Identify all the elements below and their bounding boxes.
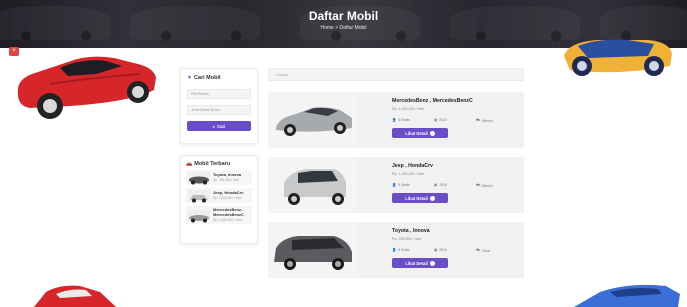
search-panel: ▼ Cari Mobil Pilih Merek ⌄ Jenis Batas Bu… xyxy=(180,68,258,144)
car-name: MercedesBenz , MercedesBenzC xyxy=(392,98,473,104)
view-detail-button[interactable]: Lihat Detail xyxy=(392,258,448,268)
car-thumbnail xyxy=(188,190,210,203)
latest-cars-panel: 🚗 Mobil Terbaru Toyota, Innova Rp. 325,00… xyxy=(180,155,258,244)
car-price: Rp. 325,000 / Hari xyxy=(392,237,422,241)
arrow-circle-icon xyxy=(429,195,435,201)
car-card: Jeep , HondaCrv Rp. 1,000,000 / Hari 👤 5 … xyxy=(268,157,524,213)
view-detail-button[interactable]: Lihat Detail xyxy=(392,128,448,138)
chevron-down-icon: ⌄ xyxy=(243,108,247,112)
calendar-icon: ▦ xyxy=(434,118,438,122)
sort-select[interactable]: Urutan xyxy=(268,68,524,81)
latest-car-item[interactable]: MercedesBenz, MercedesBenzC Rp. 1,000,000… xyxy=(186,206,252,225)
car-thumbnail xyxy=(188,209,210,223)
seats-spec: 👤 5 Seats xyxy=(392,118,410,122)
seats-spec: 👤 8 Seats xyxy=(392,248,410,252)
latest-car-item[interactable]: Toyota, Innova Rp. 325,000 / Hari xyxy=(186,170,252,185)
search-panel-title: ▼ Cari Mobil xyxy=(187,75,221,81)
year-spec: ▦ 2010 xyxy=(434,248,447,252)
chevron-down-icon: ⌄ xyxy=(243,92,247,96)
breadcrumb[interactable]: Home > Daftar Mobil xyxy=(0,25,687,31)
view-detail-button[interactable]: Lihat Detail xyxy=(392,193,448,203)
user-icon: 👤 xyxy=(392,183,397,187)
car-image xyxy=(268,92,358,148)
fuel-spec: ⛟ Bensin xyxy=(476,183,493,188)
user-icon: 👤 xyxy=(392,118,397,122)
car-name: Jeep , HondaCrv xyxy=(392,163,433,169)
brand-select[interactable]: Pilih Merek ⌄ xyxy=(187,89,251,99)
blue-car-illustration xyxy=(564,39,672,76)
seats-spec: 👤 5 Seats xyxy=(392,183,410,187)
calendar-icon: ▦ xyxy=(434,183,438,187)
car-icon: ⛟ xyxy=(476,118,481,122)
filter-icon: ▼ xyxy=(187,75,192,81)
page-title: Daftar Mobil xyxy=(308,9,379,23)
year-spec: ▦ 2015 xyxy=(434,183,447,187)
car-card: MercedesBenz , MercedesBenzC Rp. 1,000,0… xyxy=(268,92,524,148)
car-image xyxy=(268,157,358,213)
fuel-spec: ⛟ Bensin xyxy=(476,118,493,123)
search-button[interactable]: ⌕ Cari xyxy=(187,121,251,131)
car-icon: 🚗 xyxy=(186,161,193,167)
latest-car-item[interactable]: Jeep, HondaCrv Rp. 1,000,000 / Hari xyxy=(186,188,252,203)
user-icon: 👤 xyxy=(392,248,397,252)
car-price: Rp. 1,000,000 / Hari xyxy=(392,107,425,111)
price-select[interactable]: Jenis Batas Bulan ⌄ xyxy=(187,105,251,115)
car-icon: ⛟ xyxy=(476,248,481,252)
arrow-circle-icon xyxy=(429,130,435,136)
latest-cars-title: 🚗 Mobil Terbaru xyxy=(186,161,231,167)
arrow-circle-icon xyxy=(429,260,435,266)
red-car-illustration xyxy=(17,56,157,119)
car-name: Toyota , Innova xyxy=(392,228,430,234)
car-icon: ⛟ xyxy=(476,183,481,187)
red-car-illustration-bottom xyxy=(34,285,116,307)
car-image xyxy=(268,222,358,278)
calendar-icon: ▦ xyxy=(434,248,438,252)
fuel-spec: ⛟ Solar xyxy=(476,248,491,253)
car-price: Rp. 1,000,000 / Hari xyxy=(392,172,425,176)
year-spec: ▦ 2010 xyxy=(434,118,447,122)
car-card: Toyota , Innova Rp. 325,000 / Hari 👤 8 Se… xyxy=(268,222,524,278)
car-thumbnail xyxy=(188,172,210,185)
blue-car-illustration-bottom xyxy=(574,284,680,307)
search-icon: ⌕ xyxy=(212,123,216,129)
